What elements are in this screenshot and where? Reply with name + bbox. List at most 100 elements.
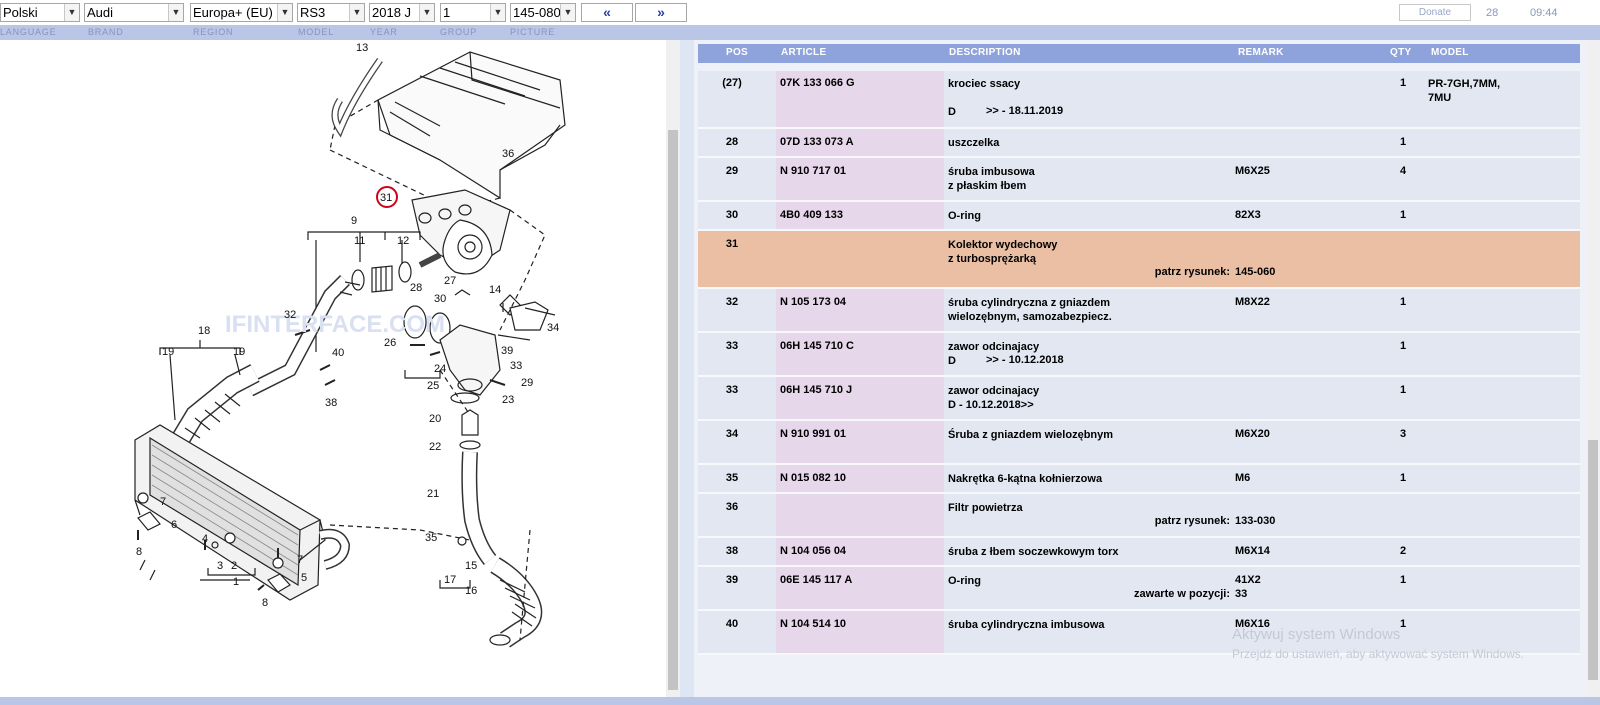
chevron-down-icon[interactable]: ▼ [349,4,364,21]
header-article[interactable]: ARTICLE [781,47,826,58]
year-select[interactable]: 2018 J ▼ [369,3,435,22]
callout-27[interactable]: 27 [444,275,456,287]
callout-8a[interactable]: 8 [136,546,142,558]
header-pos[interactable]: POS [726,47,748,58]
row-article[interactable]: 06H 145 710 C [780,340,854,352]
table-row[interactable]: 32 N 105 173 04 śruba cylindryczna z gni… [698,289,1580,333]
region-select[interactable]: Europa+ (EU) ▼ [190,3,293,22]
header-description[interactable]: DESCRIPTION [949,47,1021,58]
callout-31[interactable]: 31 [380,192,392,204]
chevron-down-icon[interactable]: ▼ [490,4,505,21]
callout-22[interactable]: 22 [429,441,441,453]
row-article[interactable]: N 015 082 10 [780,472,846,484]
table-row[interactable]: 30 4B0 409 133 O-ring 82X3 1 [698,202,1580,231]
row-article[interactable]: 4B0 409 133 [780,209,843,221]
header-remark[interactable]: REMARK [1238,47,1284,58]
callout-16[interactable]: 16 [465,585,477,597]
table-row[interactable]: 36 Filtr powietrza patrz rysunek: 133-03… [698,494,1580,538]
callout-9[interactable]: 9 [351,215,357,227]
picture-value: 145-080 [513,5,561,20]
table-row[interactable]: (27) 07K 133 066 G krociec ssacy D >> - … [698,71,1580,129]
callout-11[interactable]: 11 [354,235,365,247]
group-select[interactable]: 1 ▼ [440,3,506,22]
language-select[interactable]: Polski ▼ [0,3,80,22]
callout-36[interactable]: 36 [502,148,514,160]
callout-28[interactable]: 28 [410,282,422,294]
row-article[interactable]: N 910 717 01 [780,165,846,177]
exploded-parts-diagram[interactable]: IFINTERFACE.COM 13 36 31 9 11 12 27 28 3… [0,40,680,697]
next-picture-button[interactable]: » [635,3,687,22]
table-row-selected[interactable]: 31 Kolektor wydechowy z turbosprężarką p… [698,231,1580,289]
table-row[interactable]: 38 N 104 056 04 śruba z łbem soczewkowym… [698,538,1580,567]
table-row[interactable]: 34 N 910 991 01 Śruba z gniazdem wielozę… [698,421,1580,465]
row-note-link[interactable]: 33 [1235,588,1247,600]
row-article[interactable]: 07K 133 066 G [780,77,855,89]
diagram-scroll-thumb[interactable] [668,130,678,690]
row-article[interactable]: 06E 145 117 A [780,574,852,586]
chevron-down-icon[interactable]: ▼ [419,4,434,21]
chevron-down-icon[interactable]: ▼ [560,4,575,21]
callout-26[interactable]: 26 [384,337,396,349]
row-article[interactable]: N 910 991 01 [780,428,846,440]
callout-12[interactable]: 12 [397,235,409,247]
row-date: >> - 10.12.2018 [986,354,1064,366]
callout-34[interactable]: 34 [547,322,559,334]
callout-19b[interactable]: 19 [233,346,245,358]
chevron-down-icon[interactable]: ▼ [168,4,183,21]
chevron-down-icon[interactable]: ▼ [277,4,292,21]
callout-5[interactable]: 5 [301,572,307,584]
callout-18[interactable]: 18 [198,325,210,337]
chevron-down-icon[interactable]: ▼ [64,4,79,21]
callout-7a[interactable]: 7 [160,496,166,508]
table-scroll-thumb[interactable] [1588,440,1598,680]
table-row[interactable]: 39 06E 145 117 A O-ring zawarte w pozycj… [698,567,1580,611]
callout-35[interactable]: 35 [425,532,437,544]
callout-7b[interactable]: 7 [297,554,303,566]
callout-25[interactable]: 25 [427,380,439,392]
table-row[interactable]: 33 06H 145 710 C zawor odcinajacy D >> -… [698,333,1580,377]
donate-button[interactable]: Donate [1399,4,1471,21]
callout-4[interactable]: 4 [202,533,208,545]
table-row[interactable]: 35 N 015 082 10 Nakrętka 6-kątna kołnier… [698,465,1580,494]
callout-15[interactable]: 15 [465,560,477,572]
row-article[interactable]: 06H 145 710 J [780,384,852,396]
row-article[interactable]: N 105 173 04 [780,296,846,308]
row-article[interactable]: N 104 514 10 [780,618,846,630]
header-model[interactable]: MODEL [1431,47,1469,58]
diagram-scrollbar[interactable] [666,40,680,697]
table-row[interactable]: 33 06H 145 710 J zawor odcinajacy D - 10… [698,377,1580,421]
header-qty[interactable]: QTY [1390,47,1411,58]
callout-17[interactable]: 17 [444,574,456,586]
picture-select[interactable]: 145-080 ▼ [510,3,576,22]
callout-21[interactable]: 21 [427,488,439,500]
callout-40[interactable]: 40 [332,347,344,359]
table-row[interactable]: 29 N 910 717 01 śruba imbusowa z płaskim… [698,158,1580,202]
brand-select[interactable]: Audi ▼ [84,3,184,22]
callout-8b[interactable]: 8 [262,597,268,609]
callout-19a[interactable]: 19 [162,346,174,358]
row-article[interactable]: N 104 056 04 [780,545,846,557]
callout-2[interactable]: 2 [231,560,237,572]
prev-picture-button[interactable]: « [581,3,633,22]
row-article[interactable]: 07D 133 073 A [780,136,854,148]
row-note-link[interactable]: 133-030 [1235,515,1275,527]
table-scrollbar[interactable] [1586,40,1600,697]
callout-1[interactable]: 1 [233,576,239,588]
model-select[interactable]: RS3 ▼ [297,3,365,22]
callout-24[interactable]: 24 [434,363,446,375]
callout-38[interactable]: 38 [325,397,337,409]
callout-3[interactable]: 3 [217,560,223,572]
callout-14[interactable]: 14 [489,284,501,296]
callout-39[interactable]: 39 [501,345,513,357]
callout-23[interactable]: 23 [502,394,514,406]
row-note-link[interactable]: 145-060 [1235,266,1275,278]
callout-20[interactable]: 20 [429,413,441,425]
callout-33[interactable]: 33 [510,360,522,372]
activation-subtitle: Przejdź do ustawień, aby aktywować syste… [1232,647,1525,661]
callout-13[interactable]: 13 [356,42,368,54]
callout-6[interactable]: 6 [171,519,177,531]
callout-30[interactable]: 30 [434,293,446,305]
callout-32[interactable]: 32 [284,309,296,321]
callout-29[interactable]: 29 [521,377,533,389]
table-row[interactable]: 28 07D 133 073 A uszczelka 1 [698,129,1580,158]
